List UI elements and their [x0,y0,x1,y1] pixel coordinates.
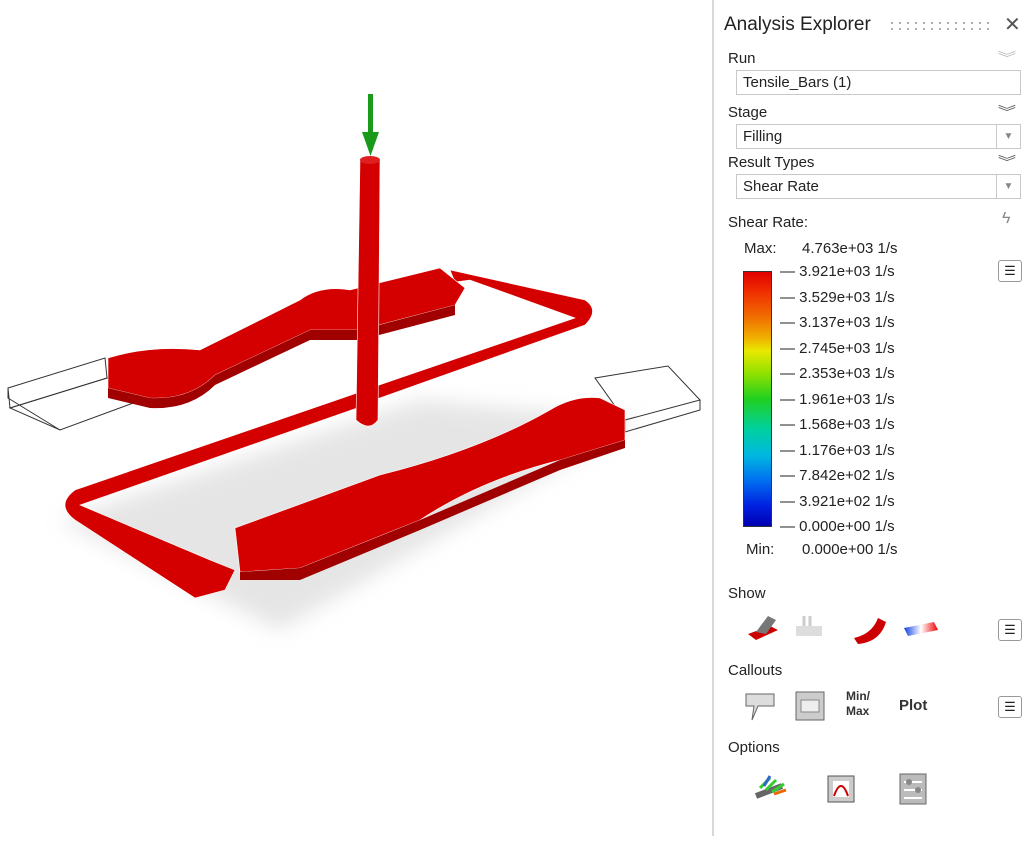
show-color-bar-icon[interactable] [902,614,942,648]
options-settings-icon[interactable] [896,772,936,806]
collapse-result-types-icon[interactable]: ︾ [998,152,1016,172]
legend-tick-label: — 3.921e+03 1/s [780,263,895,280]
stage-label: Stage [728,104,768,121]
result-type-select[interactable]: Shear Rate ▼ [736,174,1021,199]
run-label: Run [728,50,756,67]
legend-menu-button[interactable]: ☰ [998,260,1022,282]
show-mesh-icon[interactable] [790,612,830,646]
drag-handle[interactable] [888,20,992,32]
show-menu-button[interactable]: ☰ [998,619,1022,641]
show-result-icon[interactable] [850,612,890,646]
sprue [355,159,381,427]
lightning-icon[interactable]: ϟ [1002,210,1010,228]
max-value: 4.763e+03 1/s [802,240,898,257]
legend-tick-label: — 1.961e+03 1/s [780,390,895,408]
stage-value: Filling [743,128,783,145]
callouts-label: Callouts [728,662,783,679]
callout-table-icon[interactable] [792,690,832,724]
3d-viewport[interactable] [0,0,712,836]
minmax-callout-button[interactable]: Min/ Max [846,689,878,719]
legend-tick-label: — 3.921e+02 1/s [780,492,895,510]
collapse-stage-icon[interactable]: ︾ [998,102,1016,122]
legend-tick-label: — 1.176e+03 1/s [780,441,895,459]
model-view [7,94,701,630]
run-field[interactable]: Tensile_Bars (1) [736,70,1021,95]
legend-tick-label: — 7.842e+02 1/s [780,467,895,484]
options-color-icon[interactable] [752,772,792,806]
show-label: Show [728,585,766,602]
legend-tick-label: — 0.000e+00 1/s [780,518,895,535]
panel-title: Analysis Explorer [724,14,871,35]
legend-tick-label: — 3.529e+03 1/s [780,288,895,306]
injection-arrow-icon [362,94,379,156]
options-label: Options [728,739,780,756]
chevron-down-icon[interactable]: ▼ [996,175,1020,198]
callout-bubble-icon[interactable] [742,690,782,724]
legend-tick-label: — 3.137e+03 1/s [780,314,895,331]
result-types-label: Result Types [728,154,815,171]
legend-tick-label: — 1.568e+03 1/s [780,416,895,433]
result-type-value: Shear Rate [743,178,819,195]
color-scale-bar [743,271,772,527]
legend-tick-label: — 2.353e+03 1/s [780,365,895,382]
analysis-explorer-panel: Analysis Explorer ✕ Run ︾ Tensile_Bars (… [712,0,1031,836]
legend-title: Shear Rate: [728,214,809,231]
collapse-run-icon[interactable]: ︾ [998,48,1016,68]
min-value: 0.000e+00 1/s [802,541,898,558]
min-label: Min: [746,541,775,558]
show-model-icon[interactable] [744,612,784,646]
max-label: Max: [744,240,777,257]
options-plot-icon[interactable] [824,772,864,806]
stage-select[interactable]: Filling ▼ [736,124,1021,149]
chevron-down-icon[interactable]: ▼ [996,125,1020,148]
close-icon[interactable]: ✕ [1004,12,1021,37]
legend-tick-label: — 2.745e+03 1/s [780,339,895,357]
callouts-menu-button[interactable]: ☰ [998,696,1022,718]
plot-callout-button[interactable]: Plot [899,697,927,714]
